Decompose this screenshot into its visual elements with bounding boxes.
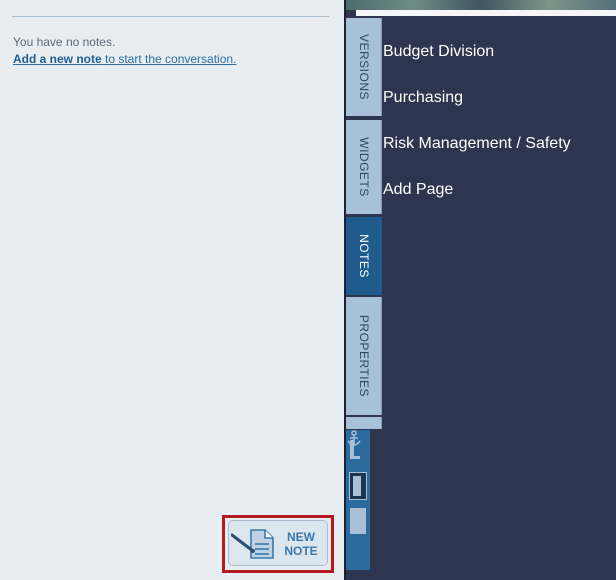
tab-properties[interactable]: PROPERTIES	[346, 297, 382, 415]
add-note-hint: Add a new note to start the conversation…	[13, 51, 236, 67]
new-note-button[interactable]: NEW NOTE	[228, 520, 328, 566]
content-edge	[356, 10, 616, 16]
layout-narrow-foot-icon	[350, 456, 360, 459]
layout-medium-inner	[353, 476, 361, 496]
new-note-label-line1: NEW	[287, 530, 315, 544]
empty-notes-message: You have no notes.	[13, 35, 116, 49]
nav-item-add-page[interactable]: Add Page	[383, 181, 453, 199]
anchor-icon[interactable]	[346, 430, 362, 448]
tab-properties-label: PROPERTIES	[356, 314, 371, 398]
new-note-label: NEW NOTE	[279, 530, 323, 558]
layout-narrow-icon[interactable]	[350, 440, 354, 456]
tab-empty[interactable]	[346, 417, 382, 429]
new-note-label-line2: NOTE	[284, 544, 318, 558]
notes-panel: You have no notes. Add a new note to sta…	[0, 0, 345, 580]
header-image-strip	[346, 0, 616, 10]
layout-wide-icon[interactable]	[350, 508, 366, 534]
nav-item-risk-management[interactable]: Risk Management / Safety	[383, 135, 571, 153]
tab-widgets[interactable]: WIDGETS	[346, 120, 382, 214]
new-note-icon	[231, 529, 274, 559]
layout-tool-strip	[346, 430, 370, 570]
add-new-note-link[interactable]: Add a new note to start the conversation…	[13, 52, 236, 66]
add-link-suffix: to start the conversation.	[101, 52, 237, 66]
tab-versions[interactable]: VERSIONS	[346, 18, 382, 116]
tab-widgets-label: WIDGETS	[356, 137, 371, 197]
tab-versions-label: VERSIONS	[356, 33, 371, 101]
site-navigation-area	[346, 0, 616, 580]
nav-item-purchasing[interactable]: Purchasing	[383, 89, 463, 107]
add-link-label: Add a new note	[13, 52, 102, 66]
tab-notes-label: NOTES	[357, 234, 371, 278]
divider	[12, 16, 329, 17]
nav-item-budget-division[interactable]: Budget Division	[383, 43, 494, 61]
tab-notes[interactable]: NOTES	[346, 217, 382, 295]
